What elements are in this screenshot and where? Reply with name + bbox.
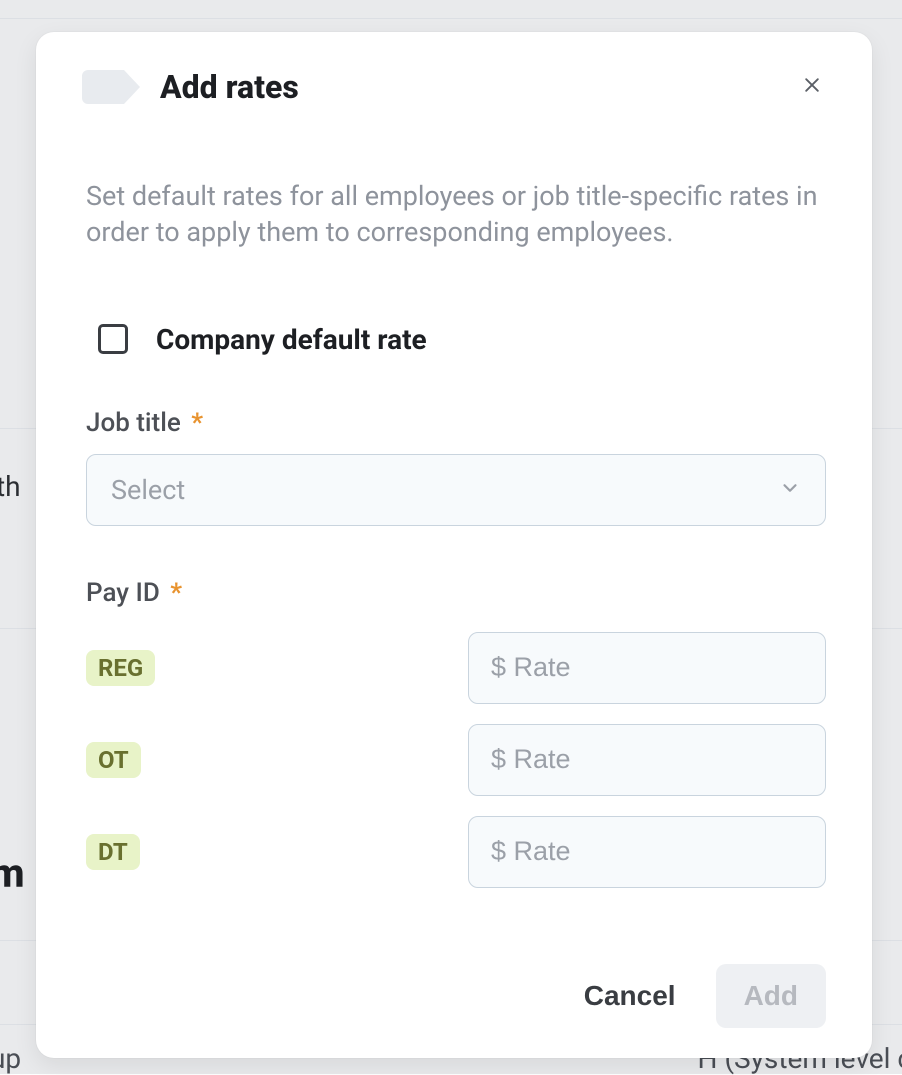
- chevron-down-icon: [779, 477, 801, 503]
- pay frameBorder-id-label: Pay ID *: [86, 578, 826, 608]
- bg-divider: [0, 18, 902, 19]
- close-button[interactable]: [798, 72, 826, 100]
- company-default-rate-checkbox[interactable]: [98, 324, 128, 354]
- required-mark: *: [170, 578, 182, 608]
- modal-header: Add rates: [82, 68, 826, 106]
- tag-icon: [82, 70, 124, 104]
- company-default-rate-label: Company default rate: [156, 323, 427, 356]
- job-title-placeholder: Select: [111, 474, 185, 506]
- pay-id-badge: DT: [86, 834, 140, 870]
- job-title-select[interactable]: Select: [86, 454, 826, 526]
- job-title-label: Job title *: [86, 408, 826, 438]
- bg-text: up: [0, 1042, 21, 1075]
- pay-id-label-text: Pay ID: [86, 578, 160, 608]
- pay-id-badge: OT: [86, 742, 141, 778]
- required-mark: *: [191, 408, 203, 438]
- rate-input-dt[interactable]: [468, 816, 826, 888]
- pay-id-row-reg: REG: [86, 632, 826, 704]
- cancel-button[interactable]: Cancel: [576, 968, 684, 1024]
- close-icon: [802, 75, 822, 98]
- company-default-rate-row: Company default rate: [98, 323, 826, 356]
- modal-description: Set default rates for all employees or j…: [82, 178, 826, 251]
- rate-input-ot[interactable]: [468, 724, 826, 796]
- pay-id-badge: REG: [86, 650, 155, 686]
- rate-input-reg[interactable]: [468, 632, 826, 704]
- pay-id-rows: REG OT DT: [86, 632, 826, 888]
- bg-text: oth: [0, 470, 21, 503]
- pay-id-row-dt: DT: [86, 816, 826, 888]
- modal-title: Add rates: [160, 68, 299, 106]
- modal-form: Company default rate Job title * Select …: [82, 323, 826, 888]
- pay-id-row-ot: OT: [86, 724, 826, 796]
- bg-text: m: [0, 850, 25, 897]
- add-button[interactable]: Add: [716, 964, 826, 1028]
- modal-footer: Cancel Add: [82, 964, 826, 1028]
- add-rates-modal: Add rates Set default rates for all empl…: [36, 32, 872, 1058]
- job-title-label-text: Job title: [86, 408, 181, 438]
